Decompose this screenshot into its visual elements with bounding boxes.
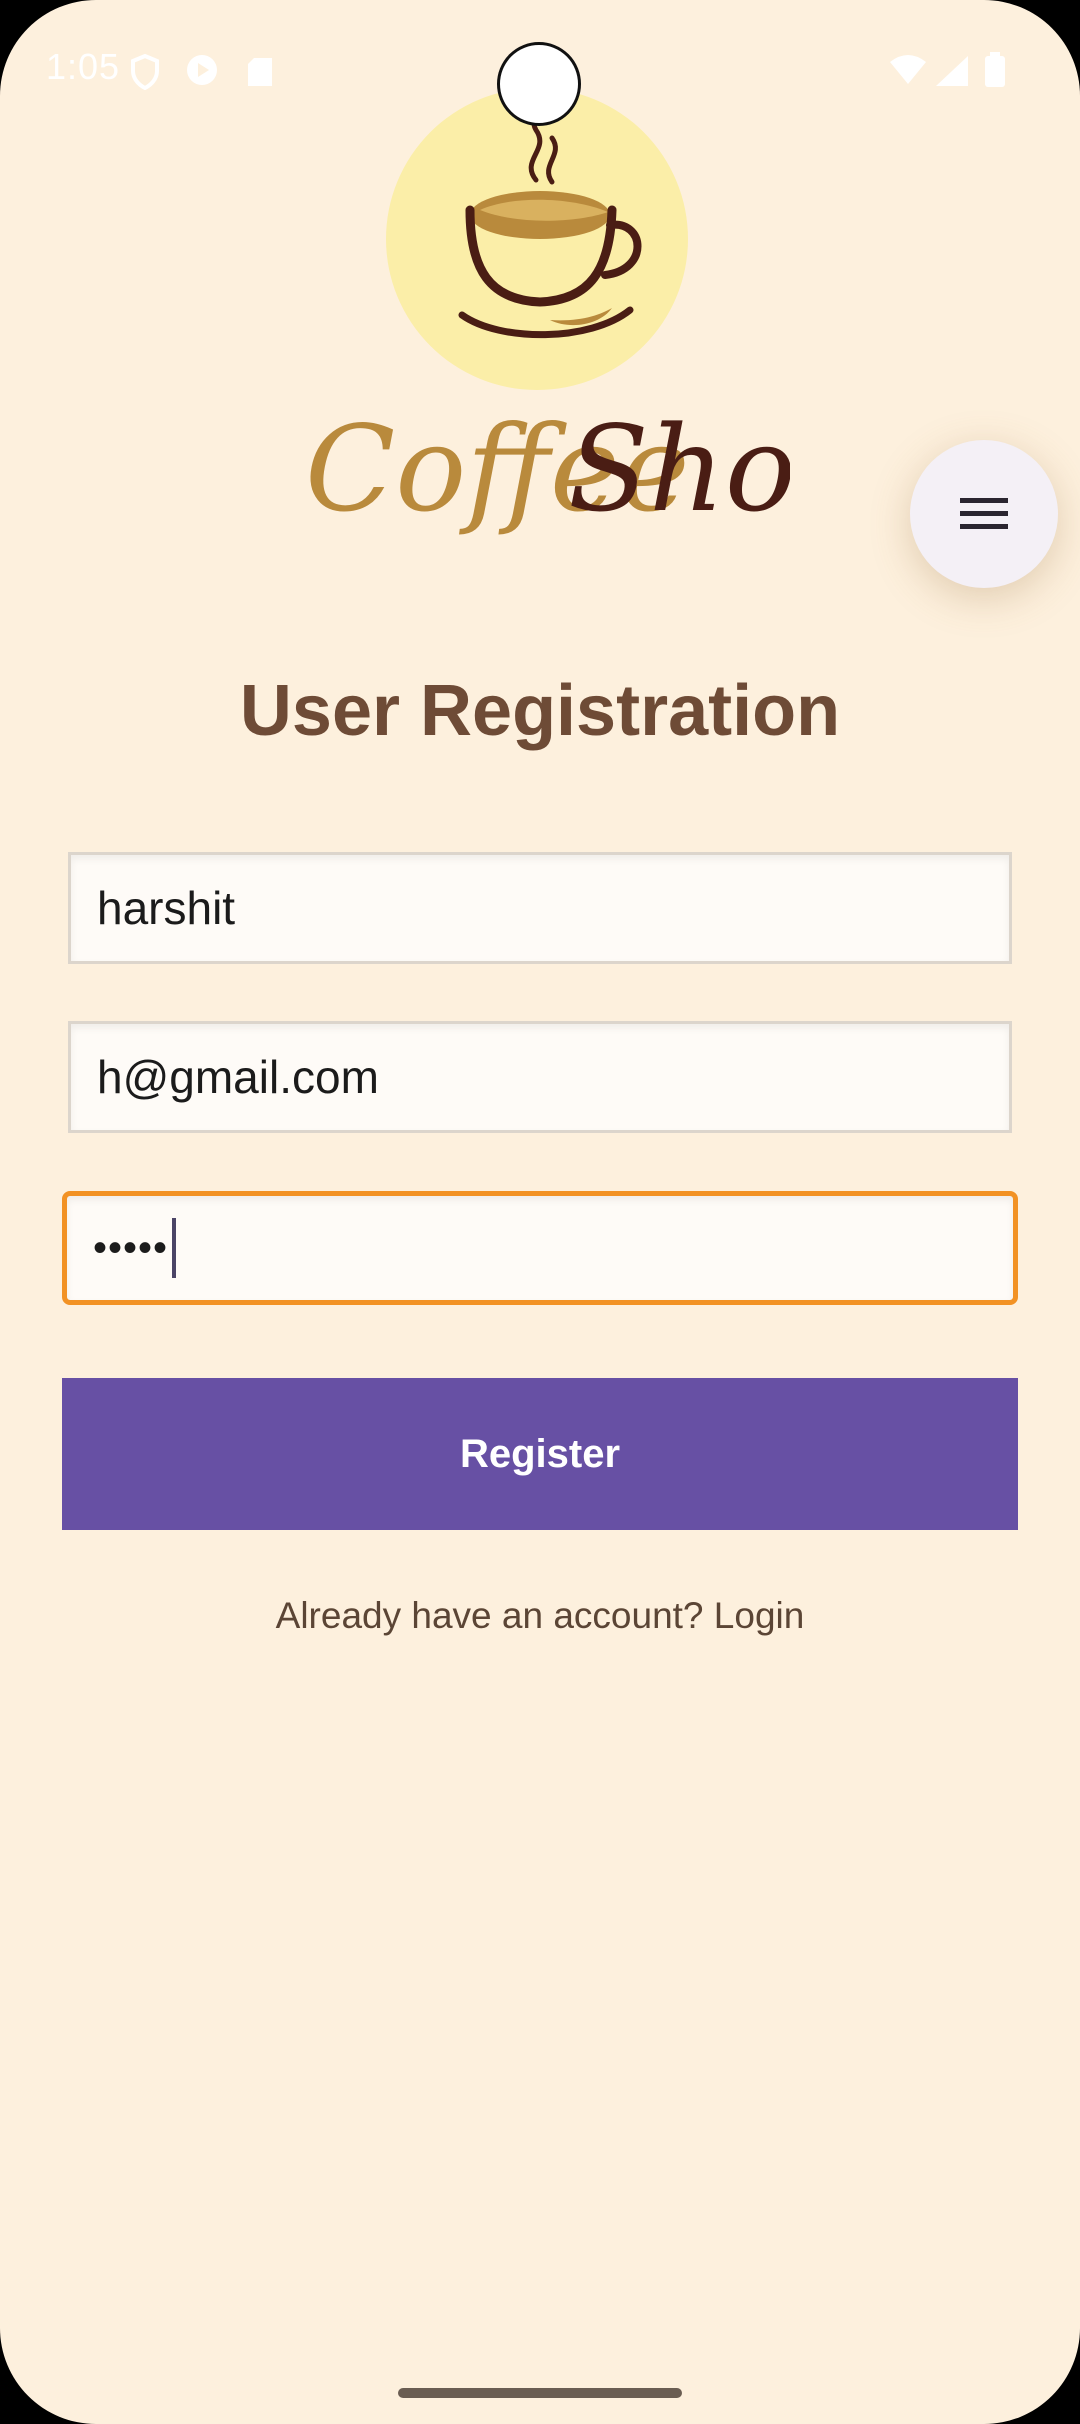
home-indicator[interactable] xyxy=(398,2388,682,2398)
hamburger-menu-icon xyxy=(960,498,1008,529)
battery-icon xyxy=(985,52,1005,87)
page-title: User Registration xyxy=(239,671,841,751)
register-button[interactable]: Register xyxy=(62,1378,1018,1530)
status-time: 1:05 xyxy=(46,46,121,87)
password-field-value: ••••• xyxy=(93,1225,169,1270)
coffee-shop-logo: Coffee Shop xyxy=(305,400,790,538)
password-field[interactable]: ••••• xyxy=(62,1191,1018,1305)
menu-button[interactable] xyxy=(910,440,1058,588)
play-store-icon xyxy=(187,55,217,85)
coffee-cup-icon xyxy=(458,110,642,339)
name-field-value: harshit xyxy=(97,882,236,934)
login-link[interactable]: Already have an account? Login xyxy=(0,1595,1080,1637)
app-screen: 1:05 Coffee Sho User Registration harshi… xyxy=(0,0,1080,2424)
logo-text-shop: Shop xyxy=(568,400,790,538)
wifi-icon xyxy=(890,55,926,84)
text-caret xyxy=(172,1218,177,1278)
camera-cutout xyxy=(497,42,581,126)
email-field-value: h@gmail.com xyxy=(97,1051,379,1103)
sd-card-icon xyxy=(248,58,272,86)
shield-icon xyxy=(131,54,159,90)
email-field[interactable]: h@gmail.com xyxy=(68,1021,1012,1133)
name-field[interactable]: harshit xyxy=(68,852,1012,964)
cell-signal-icon xyxy=(936,56,968,86)
